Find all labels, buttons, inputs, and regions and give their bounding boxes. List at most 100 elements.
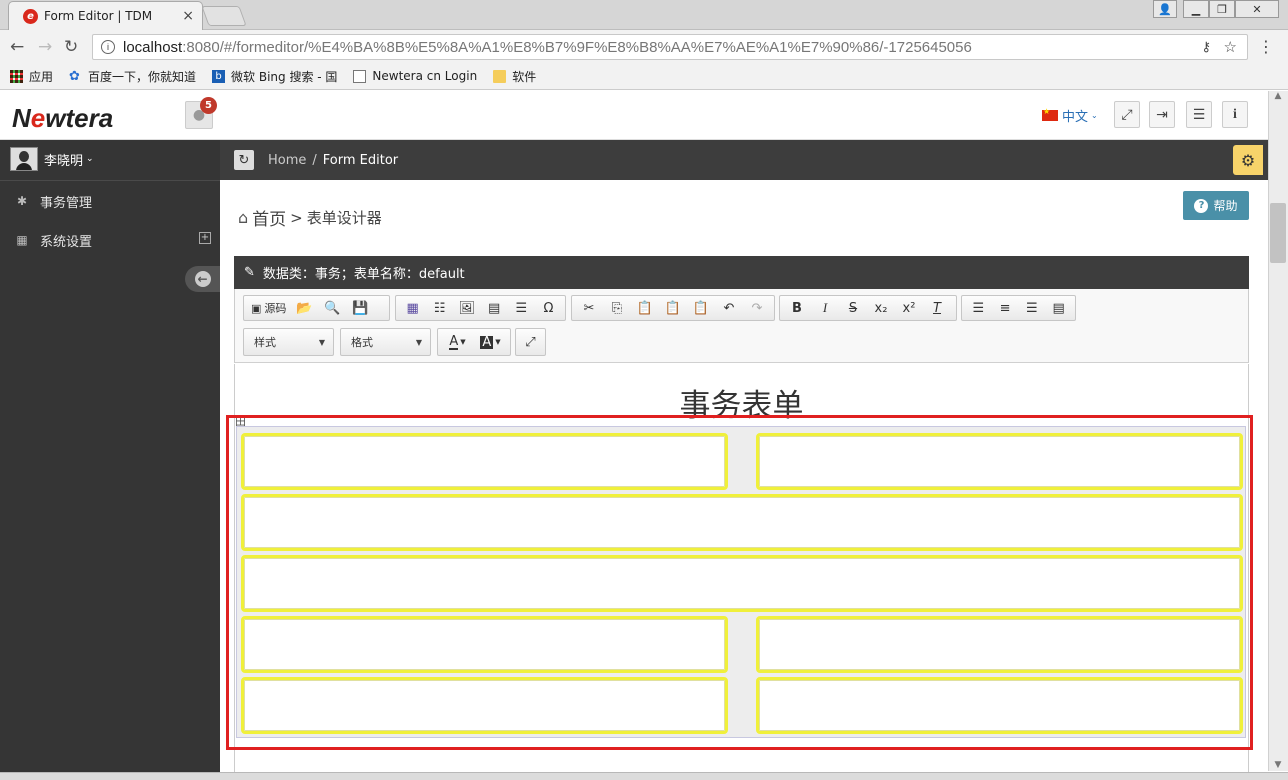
image-icon[interactable]: 🖼 [453,297,480,319]
format-select[interactable]: 格式 ▼ [340,328,431,356]
bing-icon: b [212,69,226,83]
undo-icon[interactable]: ↶ [715,297,743,319]
align-justify-icon[interactable]: ▤ [1045,297,1072,319]
close-window-icon[interactable]: ✕ [1235,0,1279,18]
horizontal-line-icon[interactable]: ☰ [508,297,535,319]
expand-icon: ⤢ [1121,106,1133,123]
redo-icon[interactable]: ↷ [743,297,771,319]
text-color-icon[interactable]: A ▼ [441,331,474,353]
align-left-icon[interactable]: ☰ [965,297,992,319]
toolbar-group-insert: ▦ ☷ 🖼 ▤ ☰ Ω [395,295,566,321]
remove-format-icon[interactable]: T [923,297,951,319]
refresh-icon[interactable]: ↻ [234,150,254,170]
breadcrumb-current: Form Editor [322,152,399,168]
settings-button[interactable]: ⚙ [1233,145,1263,175]
table-icon[interactable]: ▤ [481,297,508,319]
newtera-logo[interactable]: Newtera [12,103,113,134]
bookmark-newtera[interactable]: Newtera cn Login [353,69,477,83]
paste-text-icon[interactable]: 📋 [659,297,687,319]
page-icon [353,69,367,83]
bold-icon[interactable]: B [783,297,811,319]
vertical-scrollbar[interactable] [1268,91,1288,771]
sidebar-item-system-settings[interactable]: ▦ 系统设置 [0,222,220,258]
page-title: ⌂ 首页 > 表单设计器 [238,208,382,230]
minimize-icon[interactable]: ▁ [1183,0,1209,18]
info-button[interactable]: i [1222,101,1248,128]
user-profile-icon[interactable]: 👤 [1153,0,1177,18]
subscript-icon[interactable]: x₂ [867,297,895,319]
omega-icon[interactable]: Ω [535,297,562,319]
sidebar-user-menu[interactable]: 李晓明 ⌄ [10,147,94,171]
menu-dots-icon[interactable]: ⋮ [1258,37,1274,56]
taskbar-strip [0,772,1288,780]
expand-toggle-icon[interactable]: + [199,232,211,244]
copy-icon[interactable]: ⎘ [603,297,631,319]
paste-icon[interactable]: 📋 [631,297,659,319]
caret-down-icon: ▼ [318,337,325,347]
bookmark-apps[interactable]: 应用 [10,68,53,85]
strikethrough-icon[interactable]: S [839,297,867,319]
reload-icon[interactable]: ↻ [64,37,78,57]
question-icon: ? [1194,198,1209,213]
folder-icon [493,69,507,83]
save-icon[interactable]: 💾 [346,297,374,319]
sidebar-item-transactions[interactable]: ✱ 事务管理 [0,183,220,219]
home-icon: ⌂ [238,208,249,227]
info-icon: i [101,40,115,54]
paste-word-icon[interactable]: 📋 [687,297,715,319]
restore-icon[interactable]: ❐ [1209,0,1235,18]
sidebar-divider [0,180,220,181]
bookmark-star-icon[interactable]: ☆ [1224,38,1237,56]
logout-button[interactable]: ⇥ [1149,101,1175,128]
browser-tab-active[interactable]: e Form Editor | TDM × [8,1,203,30]
bookmark-baidu[interactable]: ✿ 百度一下，你就知道 [69,68,196,85]
form-grid-icon[interactable]: ▦ [399,297,426,319]
scroll-up-icon[interactable]: ▲ [1268,91,1288,105]
source-button[interactable]: ▣ 源码 [247,297,290,319]
menu-button[interactable]: ☰ [1186,101,1212,128]
toolbar-group-format: B I S x₂ x² T [779,295,957,321]
caret-down-icon: ▼ [415,337,422,347]
avatar [10,147,38,171]
bookmark-bing[interactable]: b 微软 Bing 搜索 - 国 [212,68,337,85]
sign-out-icon: ⇥ [1156,106,1168,123]
align-center-icon[interactable]: ≡ [992,297,1019,319]
source-icon: ▣ [251,301,262,315]
arrow-left-icon: ← [194,271,211,287]
info-icon: i [1233,106,1237,122]
gear-icon: ⚙ [1240,150,1256,170]
toolbar-group-document: ▣ 源码 📂 🔍 💾 [243,295,390,321]
tab-close-icon[interactable]: × [182,8,194,24]
superscript-icon[interactable]: x² [895,297,923,319]
background-color-icon[interactable]: A ▼ [474,331,507,353]
new-tab-button[interactable] [201,6,247,26]
key-icon[interactable]: ⚷ [1201,39,1211,55]
hamburger-icon: ☰ [1192,106,1206,123]
tab-title: Form Editor | TDM [44,9,153,23]
align-right-icon[interactable]: ☰ [1019,297,1046,319]
style-select[interactable]: 样式 ▼ [243,328,334,356]
scrollbar-thumb[interactable] [1270,203,1286,263]
breadcrumb-home[interactable]: Home [268,153,306,168]
help-button[interactable]: ? 帮助 [1183,191,1249,220]
toolbar-group-clipboard: ✂ ⎘ 📋 📋 📋 ↶ ↷ [571,295,775,321]
toolbar-group-align: ☰ ≡ ☰ ▤ [961,295,1076,321]
back-icon[interactable]: ← [10,37,24,57]
selection-highlight-box [226,415,1253,750]
maximize-icon[interactable]: ⤢ [519,331,542,353]
language-selector[interactable]: 中文⌄ [1042,106,1098,125]
bookmark-folder[interactable]: 软件 [493,68,536,85]
preview-icon[interactable]: 🔍 [318,297,346,319]
list-icon[interactable]: ☷ [426,297,453,319]
favicon-icon: e [23,8,38,24]
italic-icon[interactable]: I [811,297,839,319]
open-folder-icon[interactable]: 📂 [290,297,318,319]
url-input[interactable]: i localhost:8080/#/formeditor/%E4%BA%8B%… [92,34,1248,60]
fullscreen-button[interactable]: ⤢ [1114,101,1140,128]
apps-grid-icon [10,69,23,83]
forward-icon[interactable]: → [38,37,52,57]
sidebar-collapse-button[interactable]: ← [185,266,220,292]
cut-icon[interactable]: ✂ [575,297,603,319]
bookmarks-bar: 应用 ✿ 百度一下，你就知道 b 微软 Bing 搜索 - 国 Newtera cn… [0,63,1288,90]
building-icon: ▦ [16,233,28,247]
